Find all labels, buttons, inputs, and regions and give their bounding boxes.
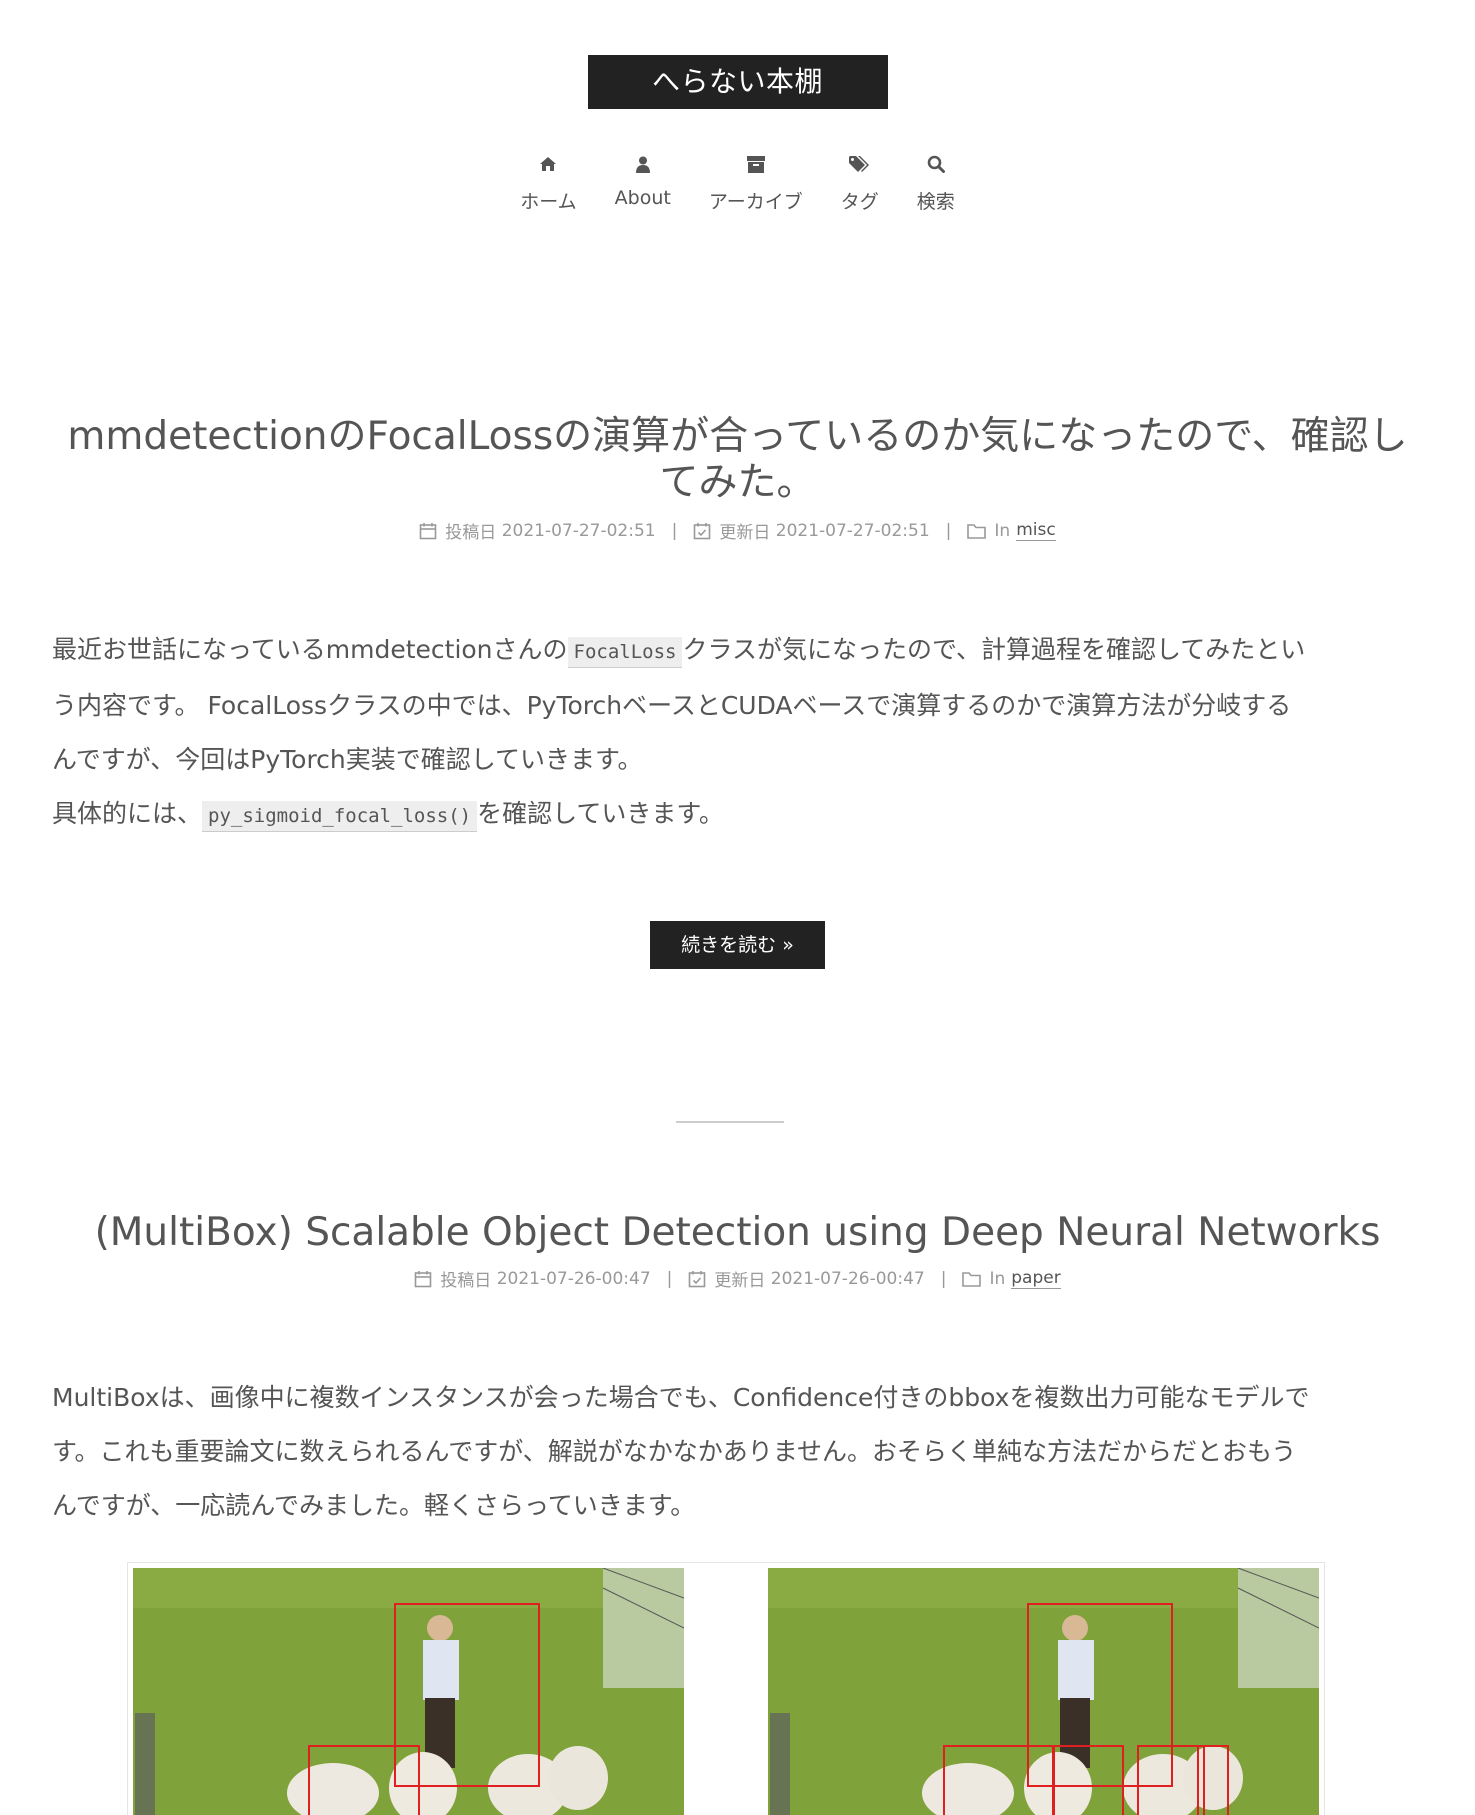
post-excerpt: 最近お世話になっているmmdetectionさんの FocalLoss クラスが気に… xyxy=(0,623,1475,843)
updated-date: 2021-07-26-00:47 xyxy=(770,1268,925,1289)
excerpt-line: う内容です。 FocalLossクラスの中では、PyTorchベースとCUDAベ… xyxy=(52,691,1292,720)
menu-item-tags[interactable]: タグ xyxy=(822,151,898,214)
category-link[interactable]: misc xyxy=(1016,520,1056,541)
site-header: へらない本棚 ホーム About アーカイブ タグ 検索 xyxy=(0,0,1475,214)
excerpt-text: を確認していきます。 xyxy=(477,799,724,828)
menu-label-tags: タグ xyxy=(840,191,879,213)
updated-label: 更新日 xyxy=(714,1271,766,1291)
calendar-icon xyxy=(414,1270,432,1288)
meta-separator: | xyxy=(671,520,678,541)
post-meta: 投稿日 2021-07-26-00:47 | 更新日 2021-07-26-00… xyxy=(0,1266,1475,1291)
menu-label-search: 検索 xyxy=(916,191,955,213)
menu-item-archive[interactable]: アーカイブ xyxy=(690,151,822,214)
updated-date: 2021-07-27-02:51 xyxy=(775,520,930,541)
meta-separator: | xyxy=(945,520,952,541)
tags-icon xyxy=(848,151,871,177)
menu-label-archive: アーカイブ xyxy=(708,191,803,213)
excerpt-line: MultiBoxは、画像中に複数インスタンスが会った場合でも、Confidenc… xyxy=(52,1383,1310,1412)
home-icon xyxy=(539,151,557,177)
detection-photo-left xyxy=(133,1568,684,1815)
menu-item-about[interactable]: About xyxy=(596,151,690,214)
calendar-icon xyxy=(419,522,437,540)
post-excerpt: MultiBoxは、画像中に複数インスタンスが会った場合でも、Confidenc… xyxy=(0,1371,1475,1533)
updated-label: 更新日 xyxy=(719,523,771,543)
excerpt-line: んですが、一応読んでみました。軽くさらっていきます。 xyxy=(52,1491,696,1520)
folder-icon xyxy=(967,523,987,539)
menu-item-home[interactable]: ホーム xyxy=(501,151,595,214)
posted-label: 投稿日 xyxy=(445,523,497,543)
detection-figure xyxy=(127,1562,1325,1815)
inline-code: py_sigmoid_focal_loss() xyxy=(202,801,478,832)
meta-separator: | xyxy=(666,1268,673,1289)
post-meta: 投稿日 2021-07-27-02:51 | 更新日 2021-07-27-02… xyxy=(0,518,1475,543)
meta-separator: | xyxy=(940,1268,947,1289)
posted-label: 投稿日 xyxy=(440,1271,492,1291)
calendar-check-icon xyxy=(688,1270,706,1288)
post-divider xyxy=(676,1121,784,1123)
excerpt-text: 具体的には、 xyxy=(52,799,203,828)
posted-date: 2021-07-27-02:51 xyxy=(501,520,656,541)
inline-code: FocalLoss xyxy=(567,637,683,668)
post-title[interactable]: (MultiBox) Scalable Object Detection usi… xyxy=(0,1210,1475,1256)
calendar-check-icon xyxy=(693,522,711,540)
search-icon xyxy=(927,151,945,177)
post-title[interactable]: mmdetectionのFocalLossの演算が合っているのか気になったので、… xyxy=(0,414,1475,506)
menu-item-search[interactable]: 検索 xyxy=(898,151,974,214)
menu-label-about: About xyxy=(614,187,671,209)
menu-label-home: ホーム xyxy=(520,191,577,213)
in-label: In xyxy=(994,520,1011,541)
site-title[interactable]: へらない本棚 xyxy=(587,55,888,109)
excerpt-line: 最近お世話になっているmmdetectionさんの FocalLoss クラスが気に… xyxy=(52,623,1423,679)
detection-photo-right xyxy=(768,1568,1319,1815)
excerpt-text: 最近お世話になっているmmdetectionさんの xyxy=(52,635,568,664)
excerpt-line: す。これも重要論文に数えられるんですが、解説がなかなかありません。おそらく単純な… xyxy=(52,1437,1297,1466)
excerpt-line: 具体的には、 py_sigmoid_focal_loss() を確認していきます。 xyxy=(52,787,1423,843)
post-focalloss: mmdetectionのFocalLossの演算が合っているのか気になったので、… xyxy=(0,414,1475,969)
archive-icon xyxy=(746,151,765,177)
user-icon xyxy=(635,151,650,177)
post-title-line1: mmdetectionのFocalLossの演算が合っているのか気になったので、… xyxy=(67,414,1408,459)
category-link[interactable]: paper xyxy=(1011,1268,1061,1289)
readmore-wrap: 続きを読む » xyxy=(0,921,1475,969)
excerpt-text: クラスが気になったので、計算過程を確認してみたとい xyxy=(682,635,1306,664)
folder-icon xyxy=(962,1271,982,1287)
posted-date: 2021-07-26-00:47 xyxy=(496,1268,651,1289)
read-more-button[interactable]: 続きを読む » xyxy=(650,921,825,969)
post-multibox: (MultiBox) Scalable Object Detection usi… xyxy=(0,1210,1475,1533)
main-menu: ホーム About アーカイブ タグ 検索 xyxy=(0,151,1475,214)
in-label: In xyxy=(989,1268,1006,1289)
excerpt-line: んですが、今回はPyTorch実装で確認していきます。 xyxy=(52,745,643,774)
post-title-line2: てみた。 xyxy=(659,460,816,505)
